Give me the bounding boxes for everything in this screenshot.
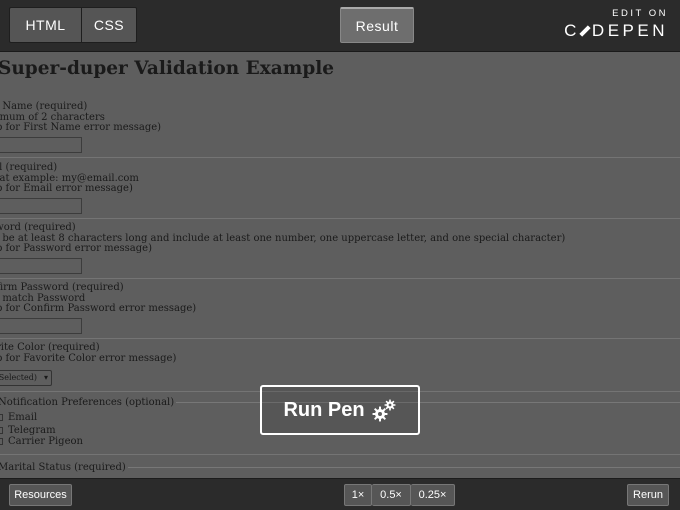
- checkbox-telegram[interactable]: Telegram: [0, 425, 56, 437]
- field-error-stub: ab for Password error message): [0, 243, 152, 254]
- checkbox-email[interactable]: Email: [0, 412, 38, 424]
- field-label: ail (required): [0, 162, 58, 173]
- logo-text-left: C: [564, 21, 580, 40]
- rerun-button[interactable]: Rerun: [627, 484, 669, 506]
- run-pen-label: Run Pen: [283, 398, 365, 421]
- email-group: ail (required) mat example: my@email.com…: [0, 162, 139, 214]
- fieldset-border: [176, 402, 680, 403]
- marital-fieldset-legend: Marital Status (required): [0, 462, 680, 474]
- editor-tab-group: HTML CSS: [9, 7, 137, 43]
- field-label: st Name (required): [0, 101, 88, 112]
- resources-button[interactable]: Resources: [9, 484, 72, 506]
- codepen-logo: C DEPEN: [564, 21, 668, 41]
- first-name-input[interactable]: [0, 136, 82, 153]
- checkbox-box[interactable]: [0, 438, 3, 445]
- password-input[interactable]: [0, 257, 82, 274]
- edit-on-codepen-link[interactable]: EDIT ON C DEPEN: [564, 8, 668, 41]
- fieldset-border: [127, 467, 680, 468]
- checkbox-carrier-pigeon[interactable]: Carrier Pigeon: [0, 436, 83, 448]
- logo-text-right: DEPEN: [591, 21, 668, 40]
- editor-bottombar: Resources 1× 0.5× 0.25× Rerun: [0, 478, 680, 510]
- divider: [0, 157, 680, 158]
- tab-css[interactable]: CSS: [81, 7, 137, 43]
- zoom-0-5x-button[interactable]: 0.5×: [372, 484, 411, 506]
- checkbox-box[interactable]: [0, 414, 3, 421]
- field-label: nfirm Password (required): [0, 282, 124, 293]
- zoom-1x-button[interactable]: 1×: [344, 484, 372, 506]
- editor-topbar: HTML CSS Result EDIT ON C DEPEN: [0, 0, 680, 52]
- checkbox-label: Email: [8, 412, 38, 423]
- field-error-stub: ab for First Name error message): [0, 122, 162, 133]
- legend-text: Marital Status (required): [0, 462, 126, 473]
- field-label: orite Color (required): [0, 342, 100, 353]
- favorite-color-select[interactable]: t Selected) ▾: [0, 370, 52, 386]
- field-error-stub: ab for Confirm Password error message): [0, 303, 197, 314]
- edit-on-label: EDIT ON: [612, 8, 668, 19]
- password-group: sword (required) st be at least 8 charac…: [0, 222, 565, 274]
- divider: [0, 218, 680, 219]
- checkbox-label: Telegram: [8, 425, 56, 436]
- divider: [0, 338, 680, 339]
- confirm-password-input[interactable]: [0, 317, 82, 334]
- first-name-group: st Name (required) nimum of 2 characters…: [0, 101, 162, 153]
- chevron-down-icon: ▾: [43, 373, 48, 382]
- legend-text: Notification Preferences (optional): [0, 397, 175, 408]
- select-value: t Selected): [0, 373, 37, 382]
- codepen-cube-icon: [579, 25, 591, 37]
- gears-icon: [372, 399, 396, 422]
- checkbox-label: Carrier Pigeon: [8, 436, 83, 447]
- field-error-stub: ab for Favorite Color error message): [0, 352, 177, 364]
- confirm-password-group: nfirm Password (required) st match Passw…: [0, 282, 197, 334]
- run-pen-button[interactable]: Run Pen: [260, 385, 420, 435]
- divider: [0, 454, 680, 455]
- divider: [0, 278, 680, 279]
- checkbox-box[interactable]: [0, 427, 3, 434]
- page-title: Super-duper Validation Example: [0, 58, 335, 79]
- tab-result[interactable]: Result: [340, 7, 414, 43]
- field-error-stub: ab for Email error message): [0, 183, 133, 194]
- zoom-0-25x-button[interactable]: 0.25×: [411, 484, 455, 506]
- field-label: sword (required): [0, 222, 76, 233]
- email-input[interactable]: [0, 197, 82, 214]
- favorite-color-group: orite Color (required) ab for Favorite C…: [0, 342, 177, 364]
- tab-html[interactable]: HTML: [9, 7, 81, 43]
